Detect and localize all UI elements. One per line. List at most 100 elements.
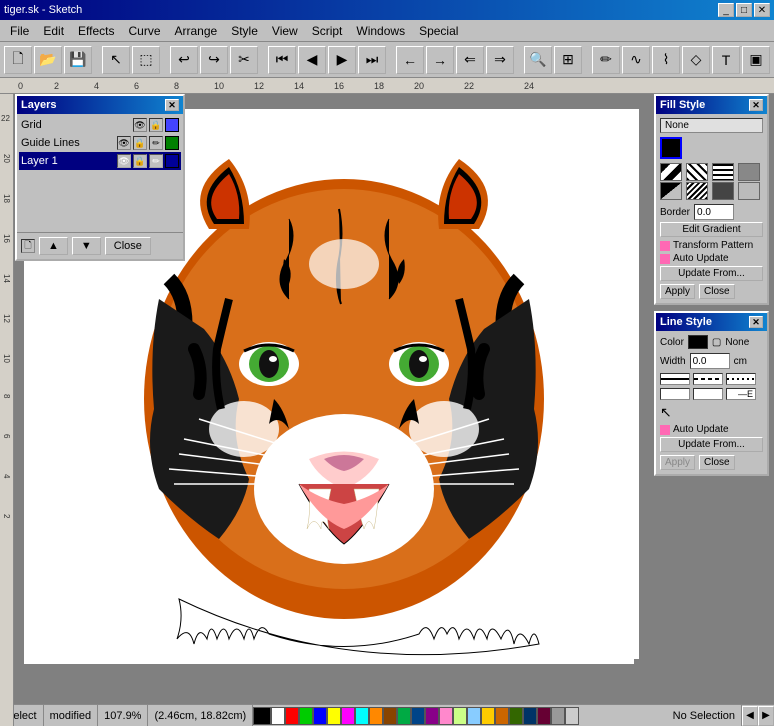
line-sample-arrow-right[interactable] [693, 388, 723, 400]
menu-script[interactable]: Script [306, 22, 349, 40]
fill-swatch-gray[interactable] [738, 163, 760, 181]
menu-windows[interactable]: Windows [350, 22, 411, 40]
fill-swatch-pattern3[interactable] [712, 163, 734, 181]
tool-move-left[interactable]: ← [396, 46, 424, 74]
maximize-button[interactable]: □ [736, 3, 752, 17]
palette-brown[interactable] [383, 707, 397, 725]
menu-view[interactable]: View [266, 22, 304, 40]
tool-select-rect[interactable]: ⬚ [132, 46, 160, 74]
palette-blue[interactable] [313, 707, 327, 725]
tool-select[interactable]: ↖ [102, 46, 130, 74]
fill-black-swatch[interactable] [660, 137, 682, 159]
palette-gray[interactable] [551, 707, 565, 725]
layer-up-button[interactable]: ▲ [39, 237, 68, 255]
menu-edit[interactable]: Edit [37, 22, 70, 40]
palette-green[interactable] [299, 707, 313, 725]
scroll-left-button[interactable]: ◀ [742, 706, 758, 726]
palette-gold[interactable] [481, 707, 495, 725]
close-button[interactable]: ✕ [754, 3, 770, 17]
fill-update-from-button[interactable]: Update From... [660, 266, 763, 281]
tool-cut[interactable]: ✂ [230, 46, 258, 74]
fill-swatch-diag1[interactable] [660, 182, 682, 200]
tool-redo[interactable]: ↪ [200, 46, 228, 74]
layer-visibility-layer1[interactable]: 👁 [117, 154, 131, 168]
palette-pink[interactable] [439, 707, 453, 725]
line-sample-dotted[interactable] [726, 373, 756, 385]
tool-pen[interactable]: ✏ [592, 46, 620, 74]
fill-swatch-light[interactable] [738, 182, 760, 200]
minimize-button[interactable]: _ [718, 3, 734, 17]
tool-move-3[interactable]: ⇒ [486, 46, 514, 74]
palette-magenta[interactable] [341, 707, 355, 725]
line-apply-button[interactable]: Apply [660, 455, 695, 470]
palette-purple[interactable] [425, 707, 439, 725]
layers-close-button[interactable]: ✕ [165, 99, 179, 111]
layer-row-guides[interactable]: Guide Lines 👁 🔒 ✏ [19, 134, 181, 152]
tool-new[interactable]: 🗋 [4, 46, 32, 74]
palette-navy[interactable] [523, 707, 537, 725]
layer-new-button[interactable]: 🗋 [21, 239, 35, 253]
menu-special[interactable]: Special [413, 22, 464, 40]
palette-ltgreen[interactable] [453, 707, 467, 725]
line-color-swatch[interactable] [688, 335, 708, 349]
palette-forest[interactable] [509, 707, 523, 725]
layer-visibility-grid[interactable]: 👁 [133, 118, 147, 132]
line-sample-dashed[interactable] [693, 373, 723, 385]
layer-close-button[interactable]: Close [105, 237, 151, 255]
layer-lock-grid[interactable]: 🔒 [149, 118, 163, 132]
layer-edit-guides[interactable]: ✏ [149, 136, 163, 150]
layer-lock-guides[interactable]: 🔒 [133, 136, 147, 150]
menu-file[interactable]: File [4, 22, 35, 40]
tool-shape[interactable]: ◇ [682, 46, 710, 74]
line-close-button[interactable]: Close [699, 455, 735, 470]
palette-black[interactable] [253, 707, 271, 725]
fill-apply-button[interactable]: Apply [660, 284, 695, 299]
palette-dkblue[interactable] [411, 707, 425, 725]
line-sample-end[interactable]: —E [726, 388, 756, 400]
tool-extra[interactable]: ▣ [742, 46, 770, 74]
palette-dkgreen[interactable] [397, 707, 411, 725]
tool-move-right[interactable]: → [426, 46, 454, 74]
layer-down-button[interactable]: ▼ [72, 237, 101, 255]
line-width-input[interactable] [690, 353, 730, 369]
palette-maroon[interactable] [537, 707, 551, 725]
tool-zoom[interactable]: 🔍 [524, 46, 552, 74]
line-update-from-button[interactable]: Update From... [660, 437, 763, 452]
tool-move-2[interactable]: ⇐ [456, 46, 484, 74]
fill-swatch-diag2[interactable] [686, 182, 708, 200]
palette-ltgray[interactable] [565, 707, 579, 725]
palette-cyan[interactable] [355, 707, 369, 725]
line-style-close-button[interactable]: ✕ [749, 316, 763, 328]
layer-lock-layer1[interactable]: 🔒 [133, 154, 147, 168]
tool-bezier[interactable]: ∿ [622, 46, 650, 74]
tool-open[interactable]: 📂 [34, 46, 62, 74]
fill-none-button[interactable]: None [660, 118, 763, 133]
palette-red[interactable] [285, 707, 299, 725]
fill-edit-gradient-button[interactable]: Edit Gradient [660, 222, 763, 237]
fill-style-close-button[interactable]: ✕ [749, 99, 763, 111]
layer-visibility-guides[interactable]: 👁 [117, 136, 131, 150]
layer-row-layer1[interactable]: Layer 1 👁 🔒 ✏ [19, 152, 181, 170]
tool-next[interactable]: ▶ [328, 46, 356, 74]
scroll-right-button[interactable]: ▶ [758, 706, 774, 726]
fill-swatch-pattern2[interactable] [686, 163, 708, 181]
menu-effects[interactable]: Effects [72, 22, 120, 40]
palette-orange[interactable] [369, 707, 383, 725]
tool-text[interactable]: T [712, 46, 740, 74]
menu-style[interactable]: Style [225, 22, 264, 40]
fill-border-input[interactable] [694, 204, 734, 220]
line-sample-solid[interactable] [660, 373, 690, 385]
fill-swatch-pattern1[interactable] [660, 163, 682, 181]
tool-grid[interactable]: ⊞ [554, 46, 582, 74]
tool-save[interactable]: 💾 [64, 46, 92, 74]
line-sample-arrow-left[interactable] [660, 388, 690, 400]
layer-row-grid[interactable]: Grid 👁 🔒 [19, 116, 181, 134]
palette-rust[interactable] [495, 707, 509, 725]
menu-curve[interactable]: Curve [123, 22, 167, 40]
tool-undo[interactable]: ↩ [170, 46, 198, 74]
menu-arrange[interactable]: Arrange [169, 22, 224, 40]
tool-first[interactable]: ⏮ [268, 46, 296, 74]
tool-last[interactable]: ⏭ [358, 46, 386, 74]
palette-ltblue[interactable] [467, 707, 481, 725]
tool-prev[interactable]: ◀ [298, 46, 326, 74]
